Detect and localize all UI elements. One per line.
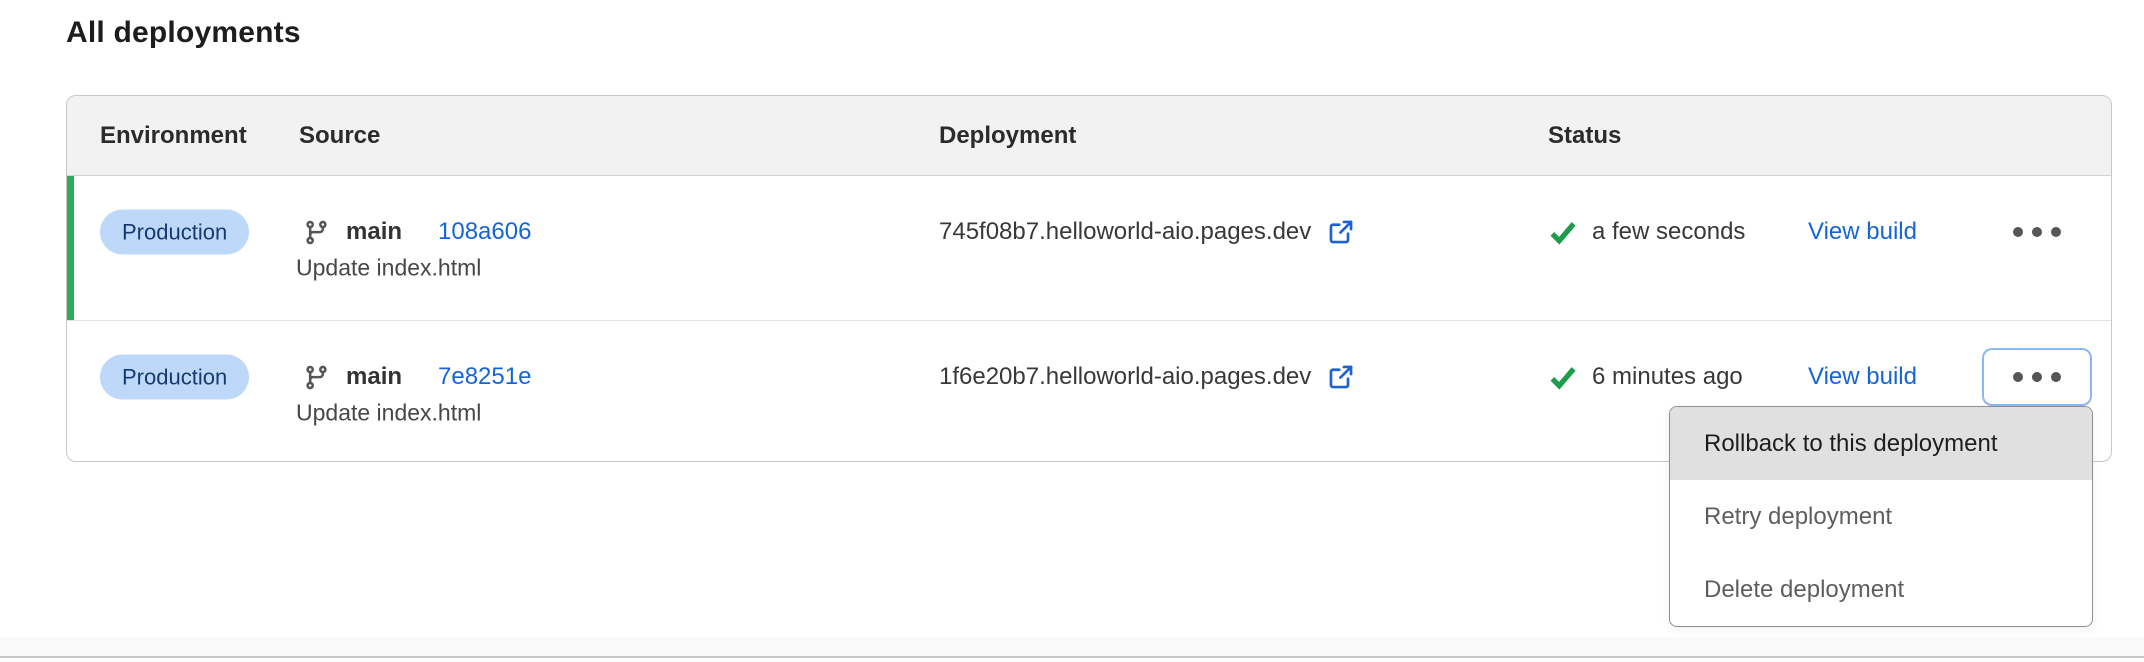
deployment-cell: 1f6e20b7.helloworld-aio.pages.dev (939, 363, 1355, 391)
column-header-source: Source (299, 96, 380, 175)
branch-name: main (346, 218, 402, 246)
row-actions-button[interactable] (1984, 205, 2090, 259)
deployment-url: 745f08b7.helloworld-aio.pages.dev (939, 218, 1311, 246)
menu-item-delete[interactable]: Delete deployment (1670, 553, 2092, 626)
check-icon (1548, 362, 1578, 392)
view-build-link[interactable]: View build (1808, 218, 1917, 246)
menu-item-rollback[interactable]: Rollback to this deployment (1670, 407, 2092, 480)
environment-badge: Production (100, 210, 249, 255)
status-time: 6 minutes ago (1592, 363, 1743, 391)
environment-cell: Production (100, 210, 249, 255)
current-deployment-accent-bar (67, 176, 74, 320)
environment-cell: Production (100, 355, 249, 400)
git-branch-icon (303, 364, 330, 391)
deployment-cell: 745f08b7.helloworld-aio.pages.dev (939, 218, 1355, 246)
row-actions-button-active[interactable] (1984, 350, 2090, 404)
commit-link[interactable]: 108a606 (438, 218, 531, 246)
column-header-environment: Environment (100, 96, 247, 175)
ellipsis-icon (2013, 372, 2023, 382)
footer-divider (0, 656, 2144, 658)
view-build-link[interactable]: View build (1808, 363, 1917, 391)
source-cell: main 7e8251e (303, 363, 531, 391)
source-cell: main 108a606 (303, 218, 531, 246)
ellipsis-icon (2013, 227, 2023, 237)
environment-badge: Production (100, 355, 249, 400)
menu-item-retry[interactable]: Retry deployment (1670, 480, 2092, 553)
status-cell: a few seconds (1548, 217, 1745, 247)
deployment-url: 1f6e20b7.helloworld-aio.pages.dev (939, 363, 1311, 391)
footer-strip (0, 637, 2144, 656)
status-time: a few seconds (1592, 218, 1745, 246)
page-title: All deployments (66, 16, 301, 50)
branch-name: main (346, 363, 402, 391)
deployments-page: All deployments Environment Source Deplo… (0, 0, 2144, 662)
row-actions-menu: Rollback to this deployment Retry deploy… (1669, 406, 2093, 627)
commit-message: Update index.html (296, 400, 481, 427)
external-link-icon[interactable] (1327, 363, 1355, 391)
column-header-deployment: Deployment (939, 96, 1076, 175)
git-branch-icon (303, 219, 330, 246)
check-icon (1548, 217, 1578, 247)
external-link-icon[interactable] (1327, 218, 1355, 246)
column-header-status: Status (1548, 96, 1621, 175)
deployment-row: Production main 108a606 Update index.htm… (67, 176, 2111, 320)
table-header-row: Environment Source Deployment Status (67, 96, 2111, 176)
commit-link[interactable]: 7e8251e (438, 363, 531, 391)
commit-message: Update index.html (296, 255, 481, 282)
status-cell: 6 minutes ago (1548, 362, 1743, 392)
